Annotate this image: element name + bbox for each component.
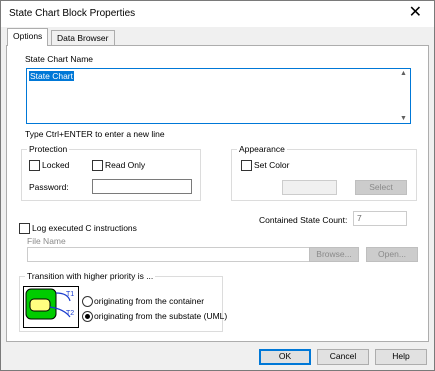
state-chart-name-textarea[interactable]: State Chart ▲ ▼ [26,68,411,124]
read-only-checkbox[interactable] [92,160,103,171]
log-executed-checkbox[interactable] [19,223,30,234]
transition-diagram-svg: T1 T2 [25,288,74,320]
substate-icon [29,298,51,312]
contained-state-count-field: 7 [353,211,407,226]
tab-data-browser[interactable]: Data Browser [51,30,115,45]
browse-button[interactable]: Browse... [309,247,359,262]
radio-container-label: originating from the container [94,296,205,306]
select-color-button[interactable]: Select [355,180,407,195]
help-button[interactable]: Help [375,349,427,365]
ok-button[interactable]: OK [259,349,311,365]
transition-priority-label: Transition with higher priority is ... [25,271,156,281]
radio-substate-label: originating from the substate (UML) [94,311,228,321]
t2-text: T2 [66,310,74,317]
appearance-label: Appearance [237,144,287,154]
open-button[interactable]: Open... [366,247,418,262]
textarea-scrollbar[interactable]: ▲ ▼ [398,69,410,123]
dialog-window: State Chart Block Properties ✕ Options D… [0,0,435,371]
protection-label: Protection [27,144,70,154]
state-chart-name-value: State Chart [29,71,74,81]
read-only-label: Read Only [105,160,146,170]
color-swatch [282,180,337,195]
log-executed-label: Log executed C instructions [32,223,137,233]
locked-label: Locked [42,160,70,170]
set-color-label: Set Color [254,160,290,170]
file-name-input[interactable] [27,247,341,262]
t1-text: T1 [66,291,74,298]
radio-originating-substate[interactable] [82,311,93,322]
close-icon[interactable]: ✕ [409,4,422,22]
tab-options[interactable]: Options [7,28,49,46]
cancel-button[interactable]: Cancel [317,349,369,365]
radio-originating-container[interactable] [82,296,93,307]
scroll-down-icon[interactable]: ▼ [400,115,407,122]
password-label: Password: [29,182,69,192]
file-name-label: File Name [27,236,66,246]
transition-diagram-icon: T1 T2 [23,286,79,328]
name-hint: Type Ctrl+ENTER to enter a new line [25,129,165,139]
password-input[interactable] [92,179,192,194]
locked-checkbox[interactable] [29,160,40,171]
window-title: State Chart Block Properties [9,8,136,19]
contained-state-count-label: Contained State Count: [259,215,348,225]
state-chart-name-label: State Chart Name [25,54,94,64]
title-bar: State Chart Block Properties ✕ [1,1,434,27]
scroll-up-icon[interactable]: ▲ [400,70,407,77]
set-color-checkbox[interactable] [241,160,252,171]
